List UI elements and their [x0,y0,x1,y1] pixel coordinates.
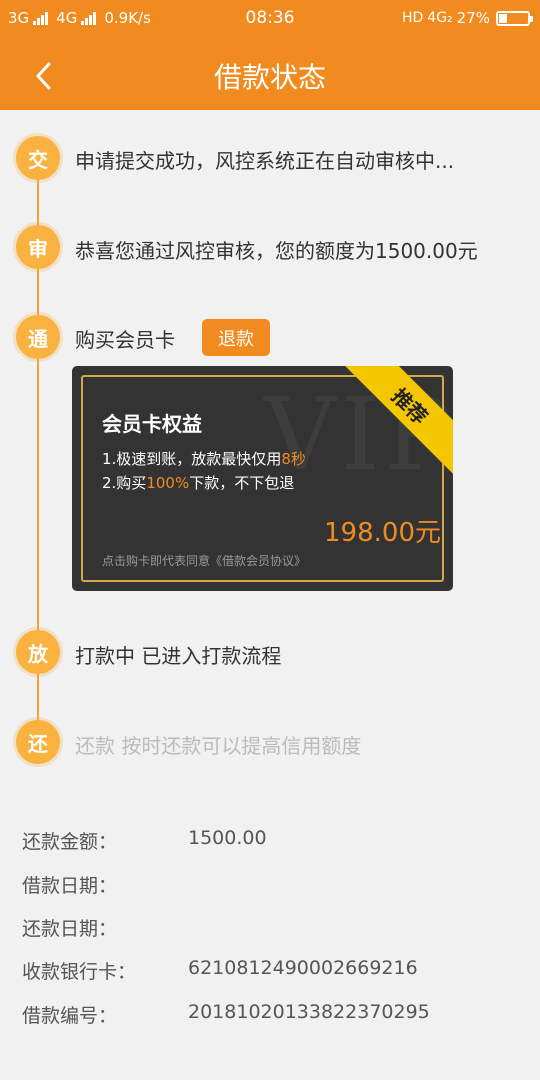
info-value: 6210812490002669216 [188,957,418,979]
benefit-1: 1.极速到账，放款最快仅用8秒 [102,448,306,469]
agreement-link[interactable]: 点击购卡即代表同意《借款会员协议》 [102,552,306,569]
step-text-submit: 申请提交成功，风控系统正在自动审核中... [75,149,455,173]
benefit-1-highlight: 8秒 [281,450,306,468]
network-4g2-label: 4G₂ [427,10,453,26]
benefit-2-text-end: 下款，不下包退 [189,474,295,492]
step-text-repay: 还款 按时还款可以提高信用额度 [75,734,362,758]
info-label: 还款日期： [22,918,118,940]
card-title: 会员卡权益 [102,412,202,436]
step-icon-repay: 还 [13,717,63,767]
battery-icon [496,10,533,26]
step-text-review: 恭喜您通过风控审核，您的额度为1500.00元 [75,239,478,263]
info-label: 借款日期： [22,875,118,897]
step-icon-review: 审 [13,222,63,272]
status-bar-right: HD 4G₂ 27% [401,9,533,27]
info-label: 还款金额： [22,831,118,853]
nav-bar: 借款状态 [0,38,540,110]
membership-card[interactable]: VIP 推荐 会员卡权益 1.极速到账，放款最快仅用8秒 2.购买100%下款，… [72,366,453,591]
info-value: 1500.00 [188,827,267,849]
step-text-disburse: 打款中 已进入打款流程 [75,644,282,668]
step-icon-pass: 通 [13,312,63,362]
step-text-pass: 购买会员卡 [75,328,175,352]
benefit-2-text: 2.购买 [102,474,147,492]
page-title: 借款状态 [213,61,326,94]
step-icon-submit: 交 [13,133,63,183]
info-value: 20181020133822370295 [188,1001,430,1023]
hd-label: HD [401,10,424,26]
step-icon-disburse: 放 [13,627,63,677]
status-bar: 3G 4G 0.9K/s 08:36 HD 4G₂ 27% [0,0,540,38]
benefit-2-highlight: 100% [146,474,190,492]
card-price: 198.00元 [324,518,441,548]
battery-percent: 27% [456,9,490,27]
info-label: 收款银行卡： [22,961,137,983]
benefit-1-text: 1.极速到账，放款最快仅用 [102,450,282,468]
info-label: 借款编号： [22,1005,118,1027]
benefit-2: 2.购买100%下款，不下包退 [102,472,294,493]
refund-button[interactable]: 退款 [202,319,270,356]
